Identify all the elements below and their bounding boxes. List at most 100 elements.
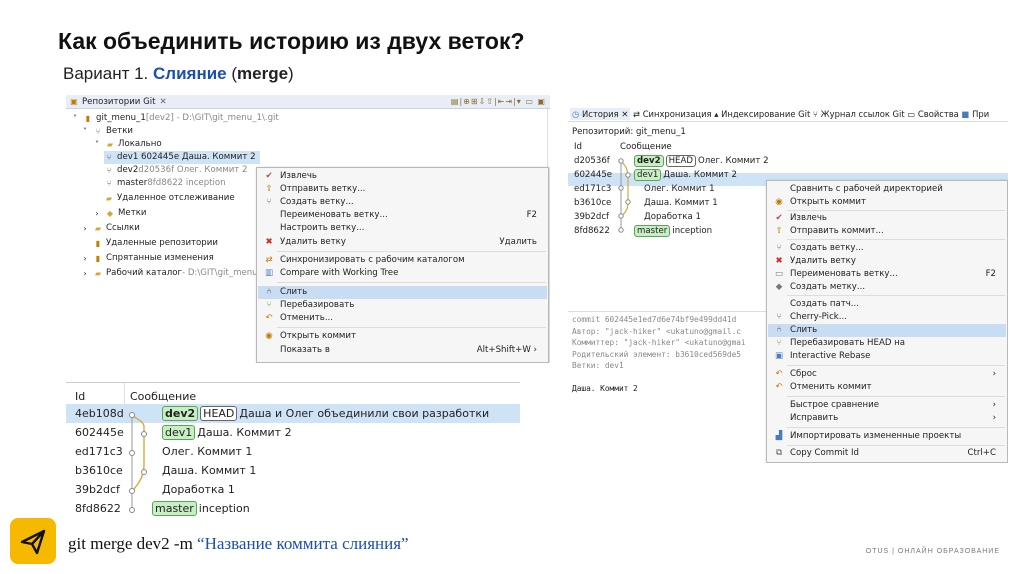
menu-delete-branch[interactable]: ✖ Удалить ветку	[768, 255, 1006, 268]
menu-rename-branch[interactable]: ▭ Переименовать ветку... F2	[768, 268, 1006, 281]
menu-separator	[787, 210, 1005, 211]
commit-row[interactable]: b3610ce	[574, 197, 611, 209]
folder-icon: ▰	[106, 140, 114, 149]
repo-icon: ▮	[85, 114, 91, 123]
menu-merge[interactable]: ⑃ Слить	[258, 286, 547, 299]
commit-row[interactable]: 602445e	[574, 169, 612, 181]
menu-separator	[277, 251, 546, 252]
commit-row[interactable]: 39b2dcf	[574, 211, 609, 223]
menu-delete-branch[interactable]: ✖ Удалить ветку Удалить	[258, 236, 547, 249]
column-id-header[interactable]: Id	[574, 141, 582, 153]
menu-checkout[interactable]: ✔ Извлечь	[258, 170, 547, 183]
tag-icon: ◆	[106, 209, 114, 218]
page-subtitle: Вариант 1. Слияние (merge)	[63, 64, 294, 83]
tree-remote-tracking[interactable]: ▰ Удаленное отслеживание	[104, 192, 235, 205]
close-icon[interactable]: ✕	[160, 97, 167, 107]
tree-branch-master[interactable]: ⑂ master 8fd8622 inception	[104, 177, 226, 190]
commit-row[interactable]: ed171c3	[574, 183, 611, 195]
panel-toolbar[interactable]: ▤|⊕⊞⇩⇧|⇤⇥|▾ ▭ ▣	[451, 97, 546, 106]
branch-tag-dev1: dev1	[162, 425, 196, 440]
branch-context-menu: ✔ Извлечь ⇧ Отправить ветку... ⑂ Создать ве…	[256, 167, 549, 363]
menu-separator	[787, 239, 1005, 240]
parent-link[interactable]: Родительский элемент: b3610ced569de5	[572, 349, 768, 361]
menu-fix[interactable]: Исправить ›	[768, 412, 1006, 425]
tab-sync[interactable]: ⇄ Синхронизация	[633, 109, 712, 119]
commit-row[interactable]: ed171c3	[75, 442, 123, 461]
branch-tag-master: master	[634, 225, 671, 237]
commit-row[interactable]: b3610ce	[75, 461, 123, 480]
commit-row[interactable]: d20536f	[574, 155, 610, 167]
commit-row[interactable]: 8fd8622	[574, 225, 610, 237]
menu-cherry-pick[interactable]: ⑂ Cherry-Pick...	[768, 311, 1006, 324]
import-icon: ▟	[775, 431, 783, 441]
menu-rebase[interactable]: ⑂ Перебазировать	[258, 299, 547, 312]
branch-icon: ⑂	[106, 179, 112, 188]
menu-checkout[interactable]: ✔ Извлечь	[768, 212, 1006, 225]
merged-history-screenshot: Id Сообщение 4eb108d dev2 HEAD Даша и Олег…	[66, 382, 520, 518]
branch-tag-dev2: dev2	[634, 155, 664, 167]
menu-create-tag[interactable]: ◆ Создать метку...	[768, 281, 1006, 294]
tab-reflog[interactable]: ⑂ Журнал ссылок Git	[813, 109, 905, 119]
commit-context-menu: Сравнить с рабочей директорией ◉ Открыть …	[766, 180, 1008, 463]
tree-tags[interactable]: › ◆ Метки	[92, 207, 146, 220]
column-message-header[interactable]: Сообщение	[620, 141, 672, 153]
menu-reset[interactable]: ↶ Сброс ›	[768, 368, 1006, 381]
tree-references[interactable]: › ▰ Ссылки	[80, 222, 139, 235]
menu-open-commit[interactable]: ◉ Открыть коммит	[768, 196, 1006, 209]
commit-row-message: master inception	[634, 225, 712, 237]
tree-repo[interactable]: ˅ ▮ git_menu_1 [dev2] - D:\GIT\git_menu_1\…	[70, 112, 279, 125]
tab-properties[interactable]: ▭ Свойства	[907, 109, 958, 119]
history-icon: ◷	[572, 109, 580, 119]
folder-icon: ▰	[105, 194, 113, 203]
tree-remotes[interactable]: ▮ Удаленные репозитории	[80, 237, 218, 250]
tree-branch-dev1[interactable]: ⑂ dev1 602445e Даша. Коммит 2	[104, 151, 260, 164]
checkout-icon: ✔	[775, 213, 783, 223]
tab-history[interactable]: ◷ История ✕	[570, 108, 631, 120]
copy-icon: ⧉	[775, 448, 783, 458]
column-divider	[124, 383, 125, 405]
menu-rename-branch[interactable]: Переименовать ветку... F2	[258, 209, 547, 222]
tree-branches[interactable]: ˅ ⑂ Ветки	[80, 125, 133, 138]
menu-quick-diff[interactable]: Быстрое сравнение ›	[768, 399, 1006, 412]
tag-icon: ◆	[775, 282, 783, 292]
menu-configure-branch[interactable]: Настроить ветку...	[258, 222, 547, 235]
menu-compare-workdir[interactable]: Сравнить с рабочей директорией	[768, 183, 1006, 196]
menu-rebase-head[interactable]: ⑂ Перебазировать HEAD на	[768, 337, 1006, 350]
menu-sync-workdir[interactable]: ⇄ Синхронизировать с рабочим каталогом	[258, 254, 547, 267]
menu-merge[interactable]: ⑃ Слить	[768, 324, 1006, 337]
branch-icon: ⑂	[106, 153, 112, 162]
repository-label: Репозиторий: git_menu_1	[572, 127, 686, 137]
commit-row[interactable]: 602445e	[75, 423, 124, 442]
tree-working-dir[interactable]: › ▰ Рабочий каталог - D:\GIT\git_menu_	[80, 267, 262, 280]
menu-reset[interactable]: ↶ Отменить...	[258, 312, 547, 325]
menu-create-patch[interactable]: Создать патч...	[768, 298, 1006, 311]
commit-row[interactable]: 4eb108d	[75, 404, 124, 423]
commit-row-message: dev2 HEAD Олег. Коммит 2	[634, 155, 769, 167]
menu-create-branch[interactable]: ⑂ Создать ветку...	[258, 196, 547, 209]
tab-staging[interactable]: ▴ Индексирование Git	[714, 109, 810, 119]
branches-link[interactable]: Ветки: dev1	[572, 360, 768, 372]
menu-compare-working-tree[interactable]: ▥ Compare with Working Tree	[258, 267, 547, 280]
merge-icon: ⑃	[266, 287, 272, 297]
menu-copy-commit-id[interactable]: ⧉ Copy Commit Id Ctrl+C	[768, 447, 1006, 460]
menu-create-branch[interactable]: ⑂ Создать ветку...	[768, 242, 1006, 255]
cherry-pick-icon: ⑂	[776, 312, 782, 322]
tree-local[interactable]: ˅ ▰ Локально	[92, 138, 162, 151]
tree-branch-dev2[interactable]: ⑂ dev2 d20536f Олег. Коммит 2	[104, 164, 248, 177]
menu-separator	[787, 396, 1005, 397]
stash-icon: ▮	[95, 254, 101, 263]
menu-revert-commit[interactable]: ↶ Отменить коммит	[768, 381, 1006, 394]
tree-stash[interactable]: › ▮ Спрятанные изменения	[80, 252, 213, 265]
menu-open-commit[interactable]: ◉ Открыть коммит	[258, 330, 547, 343]
menu-import-projects[interactable]: ▟ Импортировать измененные проекты	[768, 430, 1006, 443]
menu-show-in[interactable]: Показать в Alt+Shift+W ›	[258, 344, 547, 357]
commit-row[interactable]: 39b2dcf	[75, 480, 120, 499]
rename-icon: ▭	[774, 269, 784, 279]
head-tag: HEAD	[200, 406, 238, 421]
menu-interactive-rebase[interactable]: ▣ Interactive Rebase	[768, 350, 1006, 363]
open-commit-icon: ◉	[265, 331, 273, 341]
commit-row[interactable]: 8fd8622	[75, 499, 121, 518]
menu-push-branch[interactable]: ⇧ Отправить ветку...	[258, 183, 547, 196]
menu-push-commit[interactable]: ⇧ Отправить коммит...	[768, 225, 1006, 238]
tab-more[interactable]: ■	[961, 109, 969, 119]
